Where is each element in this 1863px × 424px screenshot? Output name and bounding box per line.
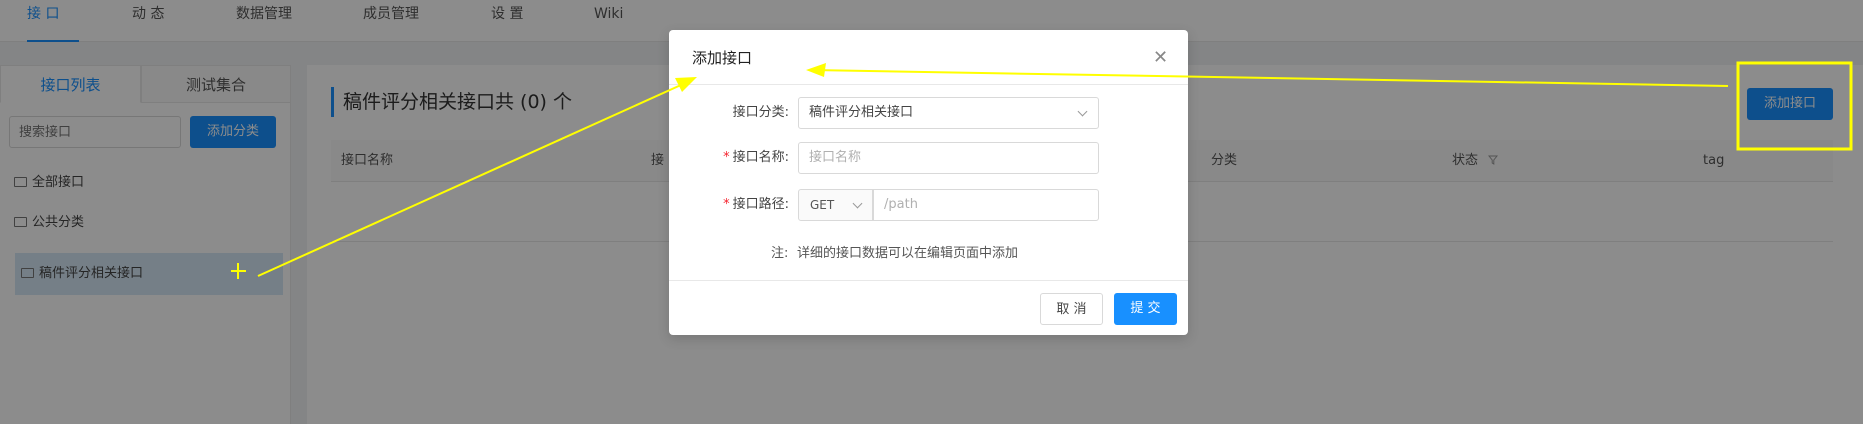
chevron-down-icon	[852, 198, 863, 209]
required-mark: *	[723, 197, 730, 212]
note-label: 注:	[771, 246, 789, 261]
cancel-button[interactable]: 取 消	[1040, 293, 1103, 325]
name-label: * 接口名称:	[669, 142, 789, 174]
path-input[interactable]: /path	[873, 189, 1099, 221]
dialog-header: 添加接口 ✕	[669, 30, 1188, 85]
chevron-down-icon	[1077, 106, 1088, 117]
name-input[interactable]: 接口名称	[798, 142, 1099, 174]
required-mark: *	[723, 150, 730, 165]
dialog-title: 添加接口	[692, 49, 753, 67]
submit-button[interactable]: 提 交	[1114, 293, 1177, 325]
add-interface-dialog: 添加接口 ✕ 接口分类: 稿件评分相关接口 * 接口名称: 接口名称 * 接口路径:…	[669, 30, 1188, 335]
category-label: 接口分类:	[732, 105, 789, 120]
category-select[interactable]: 稿件评分相关接口	[798, 97, 1099, 129]
path-row: * 接口路径: GET /path	[669, 189, 1188, 221]
category-select-value: 稿件评分相关接口	[809, 105, 914, 120]
close-icon[interactable]: ✕	[1153, 47, 1168, 68]
dialog-footer: 取 消 提 交	[669, 280, 1188, 335]
path-label-text: 接口路径:	[732, 197, 789, 212]
method-select-value: GET	[810, 198, 835, 212]
name-label-text: 接口名称:	[732, 150, 789, 165]
path-label: * 接口路径:	[669, 189, 789, 221]
note-text: 详细的接口数据可以在编辑页面中添加	[797, 246, 1019, 261]
method-select[interactable]: GET	[798, 189, 873, 221]
name-row: * 接口名称: 接口名称	[669, 142, 1188, 174]
category-row: 接口分类: 稿件评分相关接口	[669, 97, 1188, 129]
